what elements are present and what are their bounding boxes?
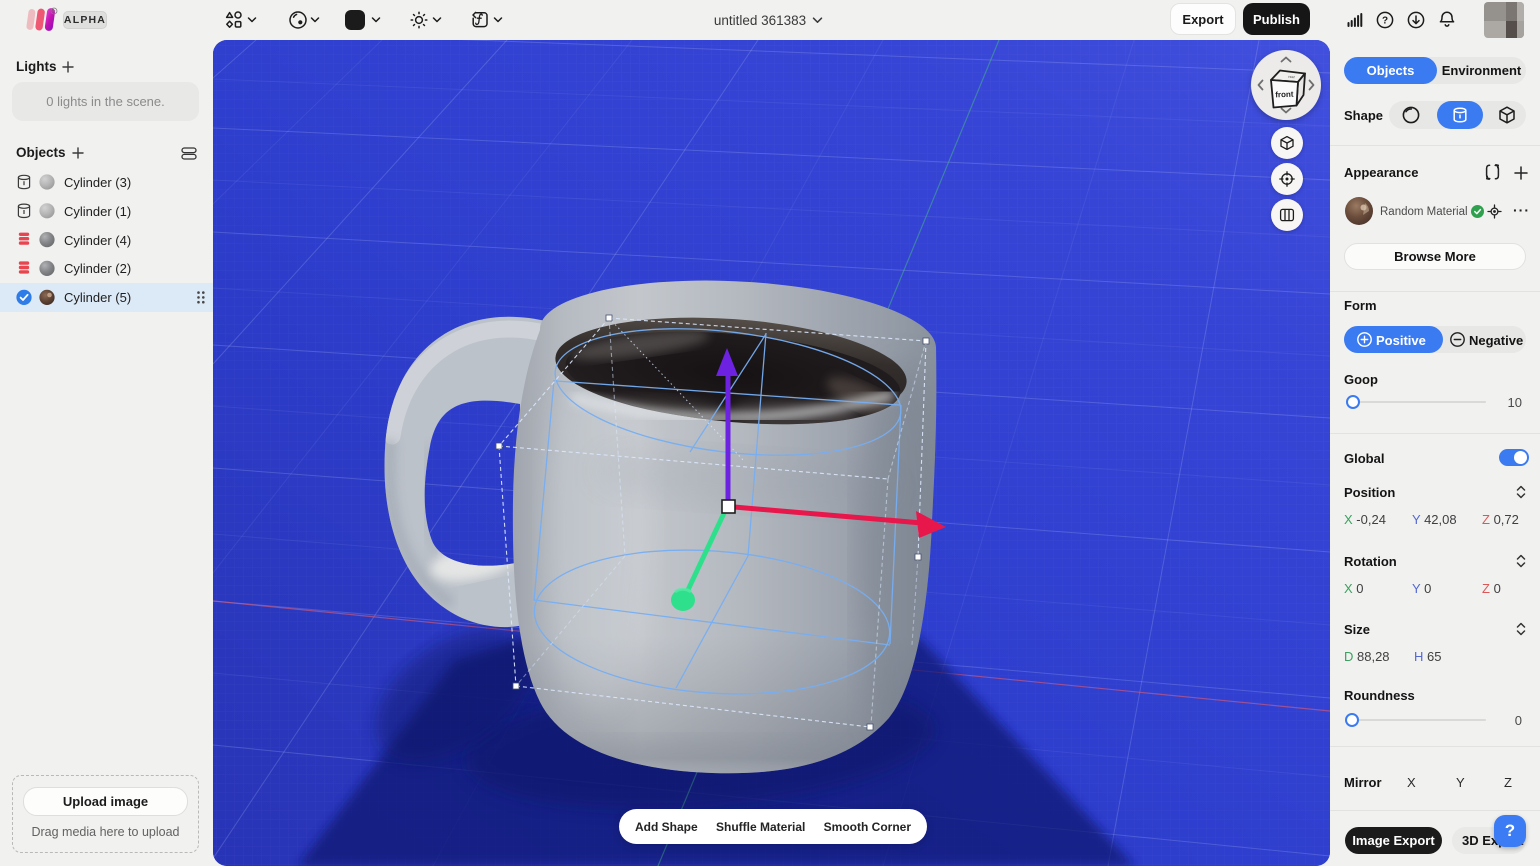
svg-text:?: ? xyxy=(1382,16,1388,27)
svg-text:front: front xyxy=(1275,90,1294,100)
svg-text:rear: rear xyxy=(1288,75,1296,80)
